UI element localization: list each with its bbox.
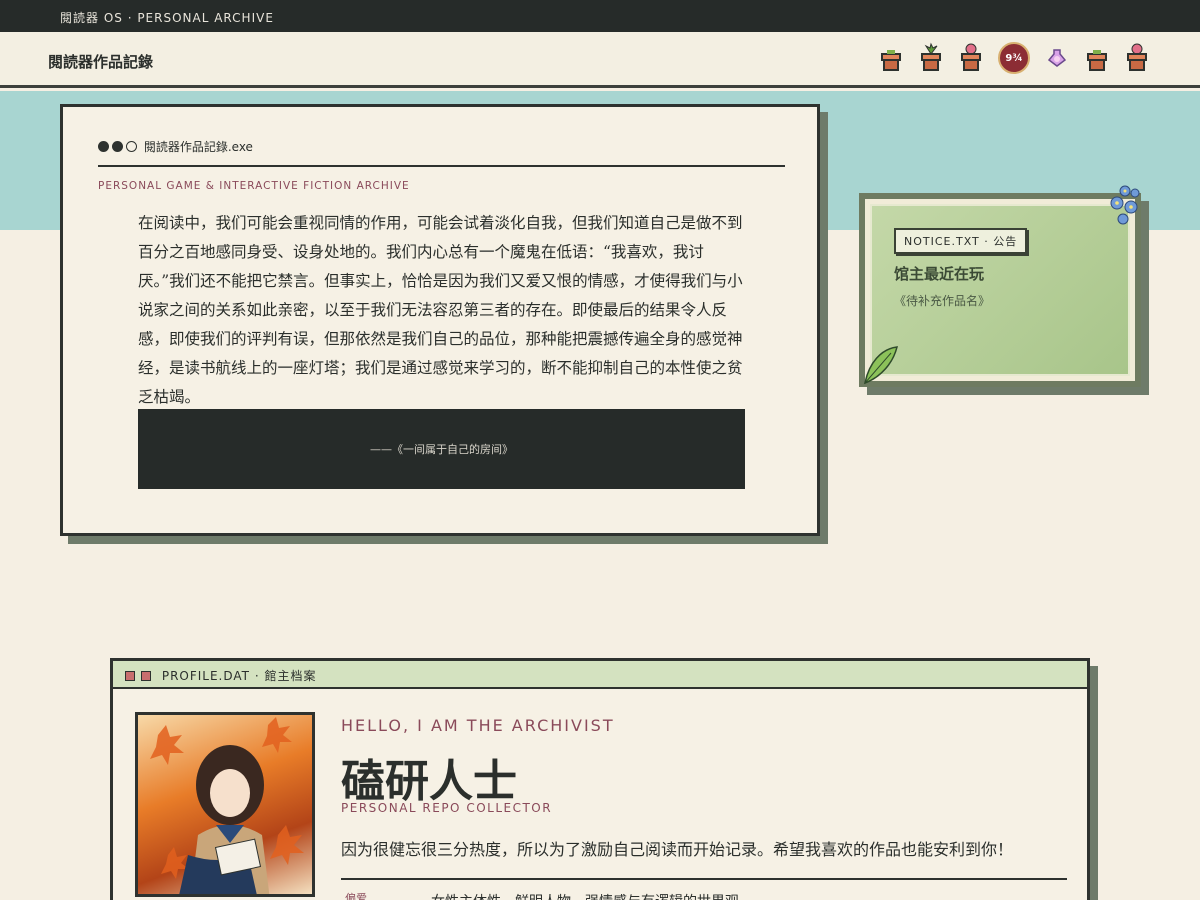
profile-titlebar: PROFILE.DAT · 館主档案 [113, 661, 1087, 689]
potion-icon[interactable] [1044, 42, 1070, 74]
platform-badge-icon[interactable]: 9¾ [998, 42, 1030, 74]
sprout-pot-icon[interactable] [918, 42, 944, 74]
flower-pot-icon[interactable] [1124, 42, 1150, 74]
divider [341, 878, 1067, 880]
window-square-icon[interactable] [141, 671, 151, 681]
blue-flower-icon [1110, 185, 1140, 225]
profile-titlebar-label: PROFILE.DAT · 館主档案 [161, 669, 317, 683]
notice-body: 《待补充作品名》 [894, 294, 991, 308]
notice-tag: NOTICE.TXT · 公告 [894, 228, 1028, 254]
quote-text: 在阅读中，我们可能会重视同情的作用，可能会试着淡化自我，但我们知道自己是做不到百… [138, 214, 743, 406]
window-dot-icon[interactable] [98, 141, 109, 152]
profile-greeting: HELLO, I AM THE ARCHIVIST [341, 716, 615, 735]
window-title: 閱読器作品記錄.exe [143, 140, 253, 154]
avatar [135, 712, 315, 897]
top-bar: 閱読器 OS · PERSONAL ARCHIVE [0, 0, 1200, 32]
site-header: 閱読器作品記錄 9¾ [0, 32, 1200, 88]
profile-pref-label: 偏爱 [345, 892, 367, 900]
potted-plant-icon[interactable] [1084, 42, 1110, 74]
divider [98, 165, 785, 167]
profile-description: 因为很健忘很三分热度，所以为了激励自己阅读而开始记录。希望我喜欢的作品也能安利到… [341, 840, 1014, 859]
main-window: 閱読器作品記錄.exe PERSONAL GAME & INTERACTIVE … [60, 104, 820, 536]
profile-window: PROFILE.DAT · 館主档案 HELLO, I AM THE ARCHI… [110, 658, 1090, 900]
potted-plant-icon[interactable] [878, 42, 904, 74]
window-titlebar: 閱読器作品記錄.exe [98, 138, 253, 155]
notice-panel: NOTICE.TXT · 公告 馆主最近在玩 《待补充作品名》 [859, 185, 1141, 387]
header-icon-row: 9¾ [878, 42, 1150, 74]
leaf-icon [863, 346, 898, 385]
profile-role: PERSONAL REPO COLLECTOR [341, 801, 553, 815]
quote-attribution: ——《一间属于自己的房间》 [370, 443, 513, 456]
window-subtitle: PERSONAL GAME & INTERACTIVE FICTION ARCH… [98, 180, 410, 192]
top-bar-label: 閱読器 OS · PERSONAL ARCHIVE [60, 11, 274, 25]
window-dot-icon[interactable] [112, 141, 123, 152]
quote-attribution-box: ——《一间属于自己的房间》 [138, 409, 745, 489]
notice-card: NOTICE.TXT · 公告 馆主最近在玩 《待补充作品名》 [870, 204, 1130, 376]
site-title[interactable]: 閱読器作品記錄 [48, 51, 153, 72]
notice-frame: NOTICE.TXT · 公告 馆主最近在玩 《待补充作品名》 [865, 199, 1135, 381]
window-dot-icon[interactable] [126, 141, 137, 152]
profile-name: 磕研人士 [341, 756, 517, 807]
profile-pref-value: 女性主体性、鲜明人物、强情感与有逻辑的世界观 [431, 891, 739, 900]
notice-heading: 馆主最近在玩 [894, 265, 985, 283]
flower-pot-icon[interactable] [958, 42, 984, 74]
window-square-icon[interactable] [125, 671, 135, 681]
